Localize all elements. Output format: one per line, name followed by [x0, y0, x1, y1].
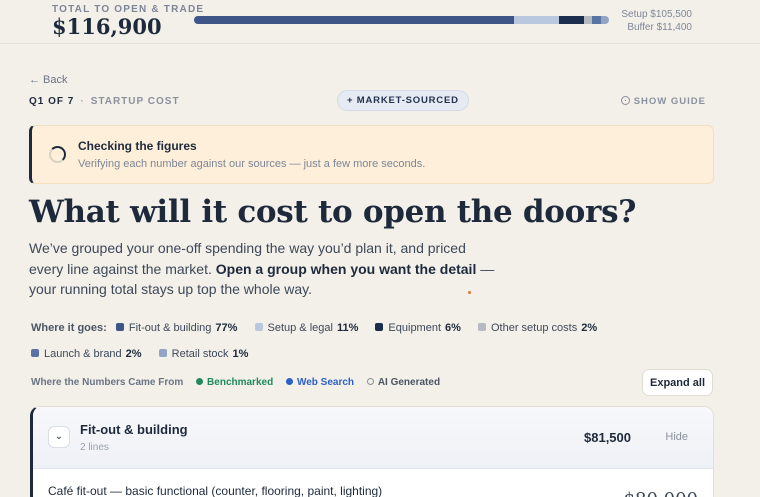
cursor-dot	[468, 291, 471, 294]
source-web-label: Web Search	[296, 377, 355, 388]
legend-pct: 1%	[232, 348, 249, 360]
chevron-down-icon[interactable]: ⌄	[48, 426, 70, 448]
bar-segment-launch	[592, 16, 601, 24]
breakdown-legend: Where it goes: Fit-out & building 77% Set…	[31, 315, 721, 367]
legend-swatch	[115, 323, 124, 331]
source-benchmarked-label: Benchmarked	[207, 377, 274, 388]
legend-name: Setup & legal	[267, 322, 333, 334]
bar-segment-other	[584, 16, 593, 24]
buffer-total: Buffer $11,400	[627, 22, 692, 33]
ai-dot-icon	[366, 378, 374, 385]
legend-swatch	[477, 323, 486, 331]
intro-text: We’ve grouped your one-off spending the …	[29, 238, 499, 300]
total-value: $116,900	[52, 14, 162, 39]
loading-spinner-icon	[49, 146, 66, 163]
legend-name: Fit-out & building	[128, 322, 212, 334]
market-sourced-badge: + MARKET-SOURCED	[337, 90, 469, 111]
legend-item-retail: Retail stock 1%	[158, 341, 249, 367]
show-guide-label: SHOW GUIDE	[633, 96, 706, 107]
cost-breakdown-bar	[194, 16, 609, 24]
setup-total: Setup $105,500	[621, 9, 692, 20]
notice-subtitle: Verifying each number against our source…	[78, 158, 426, 170]
info-icon	[620, 96, 630, 105]
legend-name: Equipment	[388, 322, 442, 334]
legend-swatch	[254, 323, 263, 331]
web-search-dot-icon	[285, 378, 293, 385]
separator: ·	[80, 96, 85, 107]
group-title: Fit-out & building	[80, 422, 188, 437]
bar-meta: Setup $105,500 Buffer $11,400	[621, 8, 692, 34]
bar-segment-equipment	[559, 16, 585, 24]
expand-all-button[interactable]: Expand all	[642, 369, 713, 396]
bar-segment-retail	[600, 16, 609, 24]
question-number: Q1 OF 7	[29, 96, 75, 107]
legend-name: Retail stock	[171, 348, 229, 360]
show-guide-button[interactable]: SHOW GUIDE	[620, 96, 706, 107]
bar-segment-setup-legal	[513, 16, 560, 24]
line-item-title: Café fit-out — basic functional (counter…	[48, 484, 383, 497]
question-progress: Q1 OF 7 · STARTUP COST + MARKET-SOURCED SH…	[29, 90, 706, 111]
cost-group-fit-out: ⌄ Fit-out & building 2 lines $81,500 Hid…	[30, 406, 714, 497]
legend-pct: 77%	[215, 322, 238, 334]
legend-item-setup-legal: Setup & legal 11%	[254, 315, 359, 341]
legend-pct: 6%	[445, 322, 461, 334]
source-ai-generated: AI Generated	[366, 377, 441, 388]
back-link[interactable]: ← Back	[29, 74, 68, 86]
bar-segment-fit-out	[194, 16, 514, 24]
legend-swatch	[375, 323, 384, 331]
group-header[interactable]: ⌄ Fit-out & building 2 lines $81,500 Hid…	[33, 407, 713, 469]
legend-item-fit-out: Fit-out & building 77%	[115, 315, 238, 341]
intro-emphasis: Open a group when you want the detail	[215, 260, 477, 277]
legend-swatch	[31, 349, 39, 357]
legend-item-other: Other setup costs 2%	[477, 315, 598, 341]
page-title: What will it cost to open the doors?	[29, 194, 637, 230]
source-ai-label: AI Generated	[377, 377, 441, 388]
legend-pct: 2%	[581, 322, 598, 334]
sources-legend: Where the Numbers Came From Benchmarked …	[31, 377, 450, 388]
legend-item-equipment: Equipment 6%	[375, 315, 461, 341]
legend-swatch	[158, 349, 167, 357]
source-web-search: Web Search	[285, 377, 355, 388]
legend-pct: 2%	[125, 348, 142, 360]
legend-name: Launch & brand	[44, 348, 122, 360]
hide-group-button[interactable]: Hide	[665, 431, 688, 443]
legend-item-launch: Launch & brand 2%	[31, 341, 142, 367]
group-line-count: 2 lines	[80, 442, 109, 453]
question-category: STARTUP COST	[90, 96, 180, 107]
notice-title: Checking the figures	[78, 139, 197, 153]
sources-label: Where the Numbers Came From	[31, 377, 184, 388]
benchmarked-dot-icon	[196, 378, 204, 385]
source-benchmarked: Benchmarked	[196, 377, 273, 388]
verification-notice: Checking the figures Verifying each numb…	[29, 125, 714, 184]
breakdown-label: Where it goes:	[31, 322, 107, 334]
group-amount: $81,500	[584, 430, 631, 445]
legend-name: Other setup costs	[490, 322, 578, 334]
legend-pct: 11%	[336, 322, 359, 334]
line-item-amount: $80,000	[624, 489, 698, 497]
cost-summary-bar: TOTAL TO OPEN & TRADE $116,900 Setup $10…	[0, 0, 760, 44]
